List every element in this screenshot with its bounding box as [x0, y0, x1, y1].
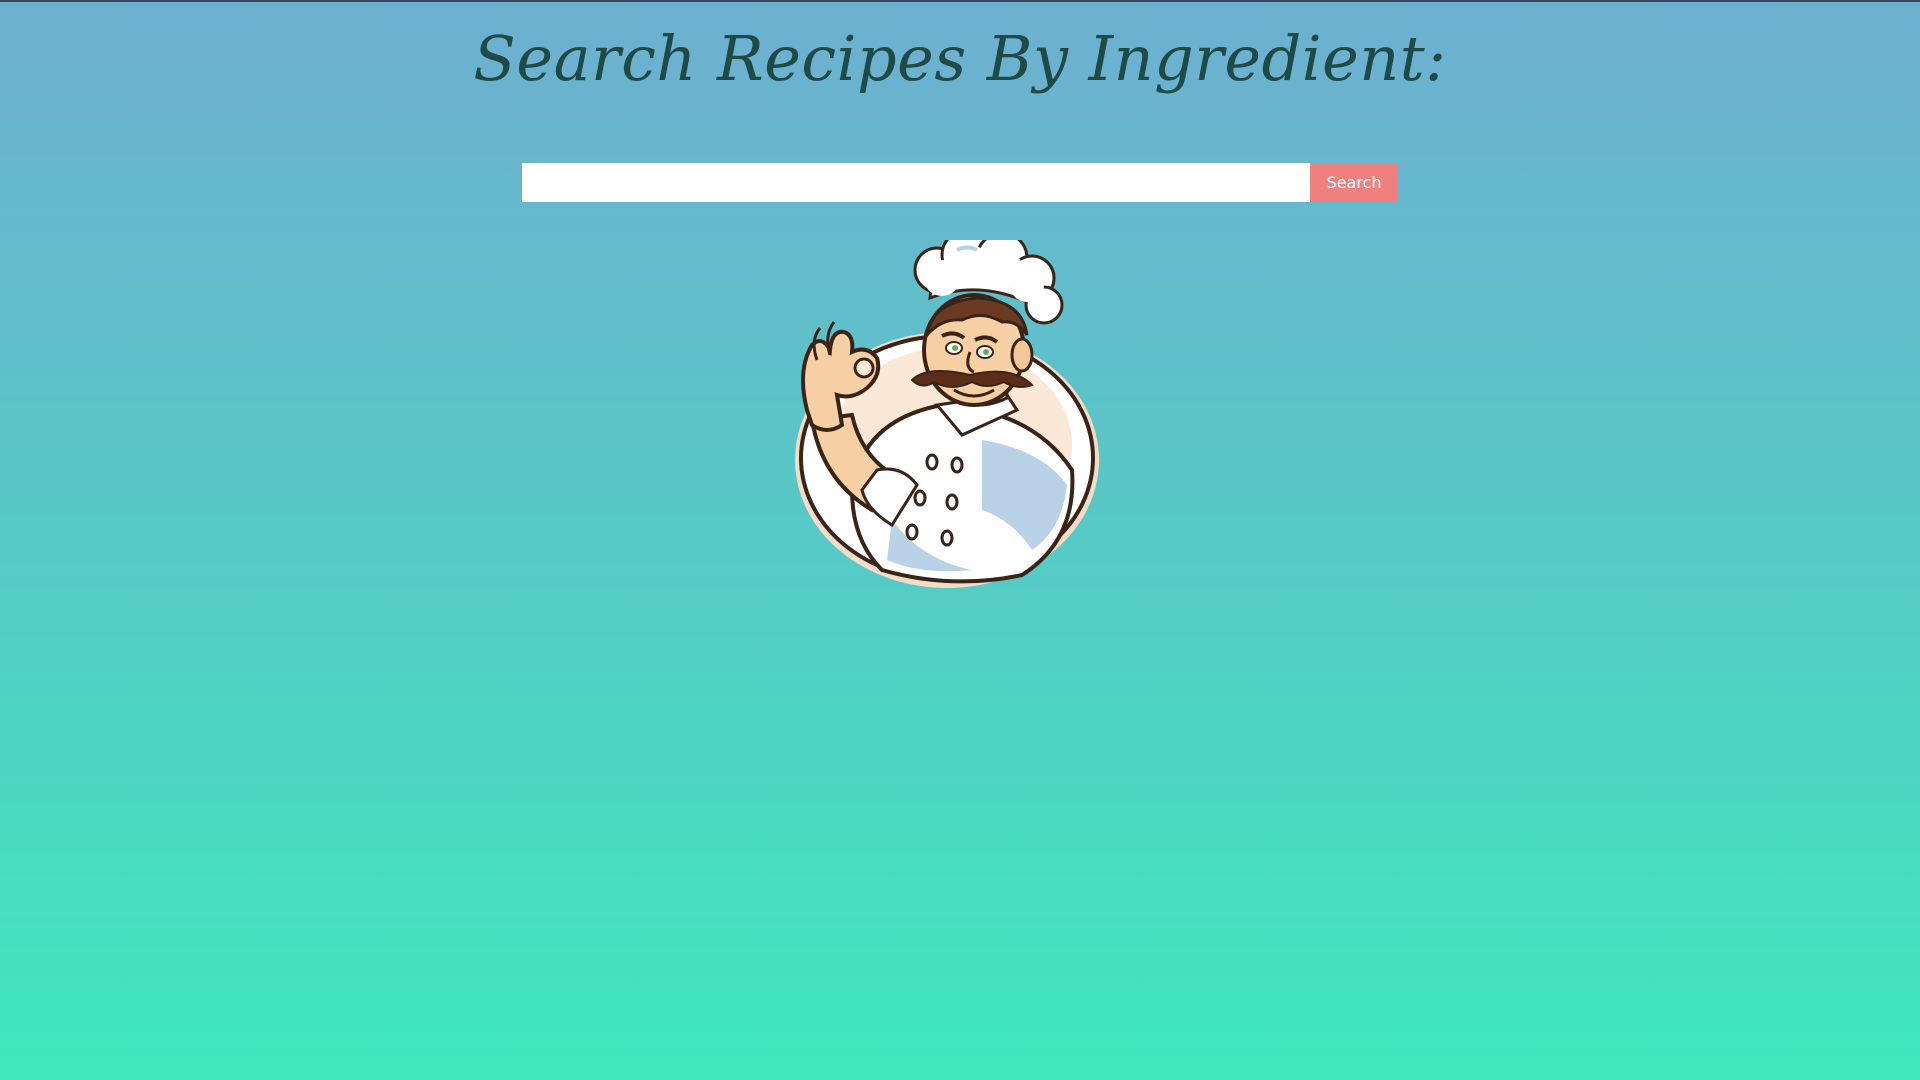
- top-border: [0, 0, 1920, 2]
- page-title: Search Recipes By Ingredient:: [473, 22, 1447, 95]
- chef-mascot-icon: [782, 228, 1102, 595]
- search-button[interactable]: Search: [1310, 163, 1398, 202]
- search-input[interactable]: [522, 163, 1310, 202]
- search-bar: Search: [522, 163, 1398, 202]
